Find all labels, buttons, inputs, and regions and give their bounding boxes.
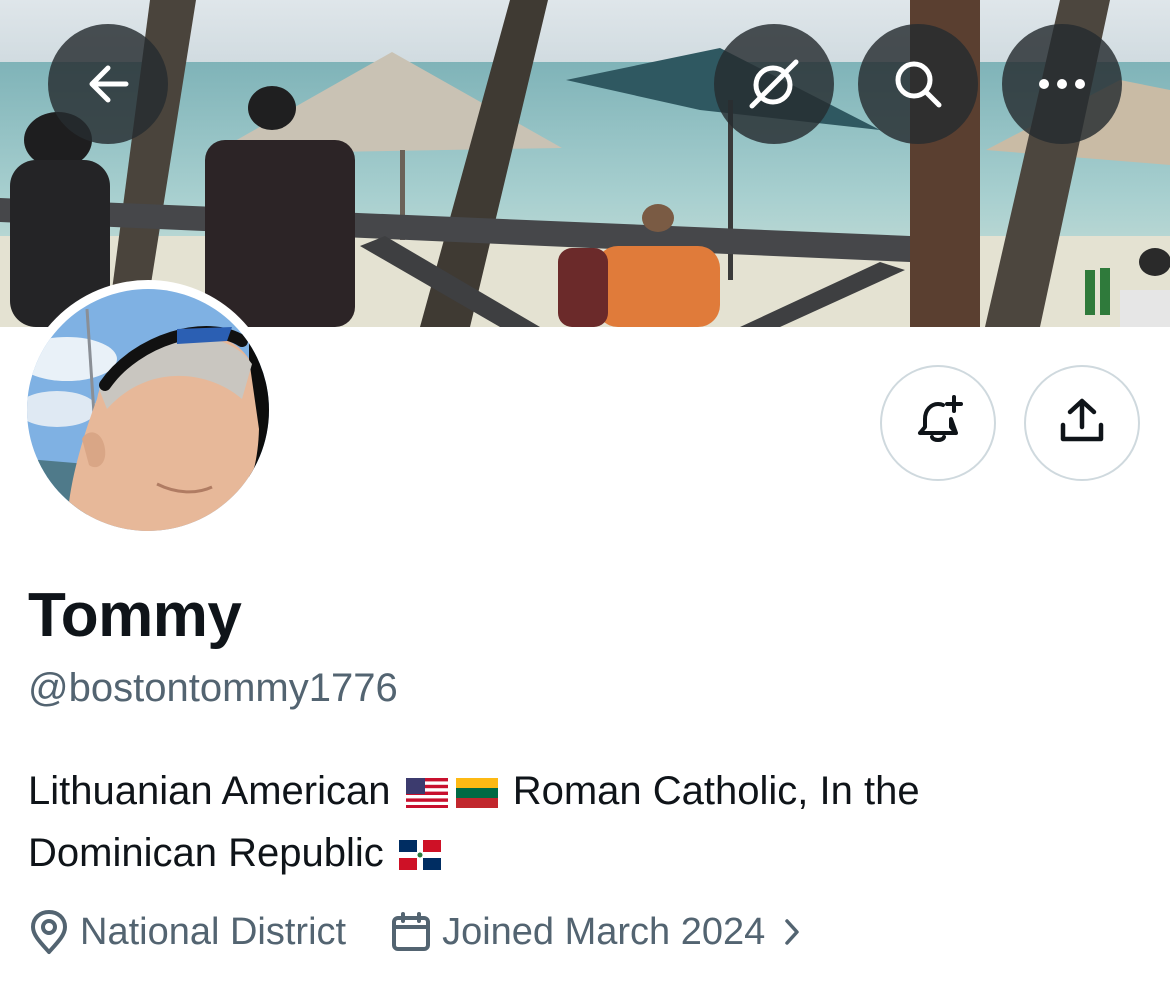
profile-page: Tommy @bostontommy1776 Lithuanian Americ… [0,0,1170,993]
calendar-icon [390,911,432,953]
arrow-left-icon [86,64,130,104]
search-button[interactable] [858,24,978,144]
chevron-right-icon [783,917,801,947]
location-pin-icon [28,909,70,955]
grok-button[interactable] [714,24,834,144]
us-flag-icon [405,778,448,808]
more-horizontal-icon [1038,78,1086,90]
avatar-image [27,289,269,531]
location-text: National District [80,910,347,953]
share-button[interactable] [1024,365,1140,481]
bio-text-part3: Dominican Republic [28,831,384,875]
user-handle: @bostontommy1776 [28,666,398,710]
dominican-republic-flag-icon [398,840,441,870]
more-button[interactable] [1002,24,1122,144]
notify-button[interactable] [880,365,996,481]
search-icon [891,57,945,111]
display-name: Tommy [28,581,242,650]
joined-date[interactable]: Joined March 2024 [390,911,801,954]
joined-text: Joined March 2024 [442,910,766,953]
back-button[interactable] [48,24,168,144]
bio-text-part1: Lithuanian American [28,769,391,813]
bell-plus-icon [912,394,964,452]
banner-image [0,0,1170,327]
profile-meta: National District Joined March 2024 [28,904,801,960]
location: National District [28,909,346,955]
avatar[interactable] [18,280,278,540]
grok-icon [746,56,802,112]
profile-banner[interactable] [0,0,1170,327]
share-icon [1058,397,1106,450]
profile-bio: Lithuanian American Roman Catholic, In t… [28,760,1128,884]
bio-text-part2: Roman Catholic, In the [512,769,920,813]
lithuania-flag-icon [455,778,498,808]
